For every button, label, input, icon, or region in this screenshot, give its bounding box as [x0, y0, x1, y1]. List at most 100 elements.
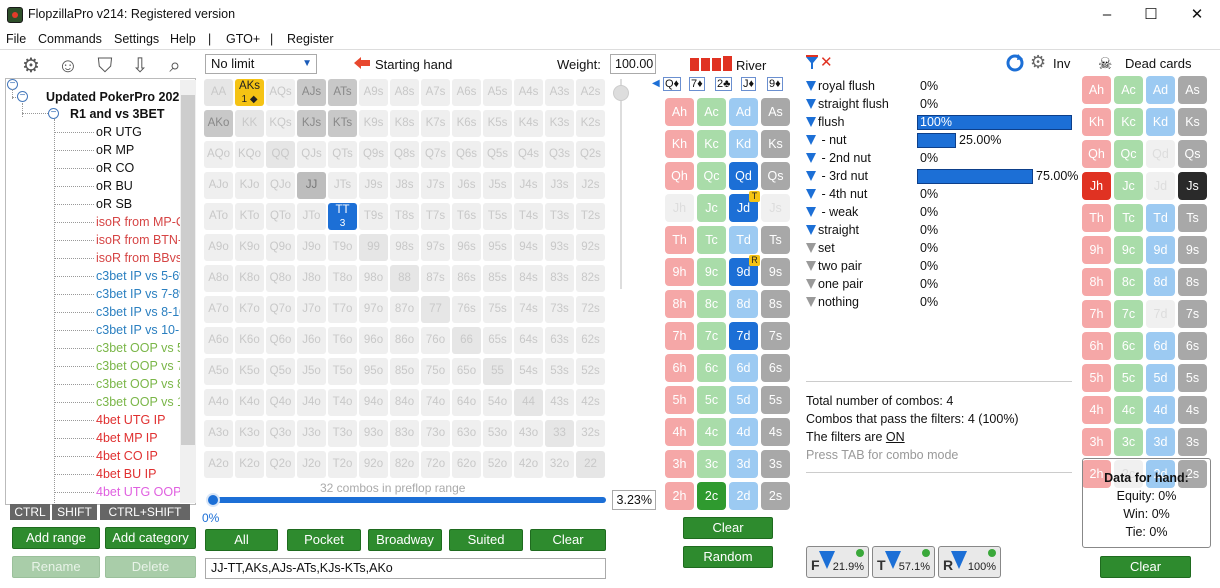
tree-item[interactable]: 4bet MP IP [96, 430, 158, 446]
river-card-3c[interactable]: 3c [697, 450, 726, 478]
dead-card-8d[interactable]: 8d [1146, 268, 1175, 296]
river-card-2h[interactable]: 2h [665, 482, 694, 510]
funnel-icon[interactable] [806, 99, 816, 109]
river-card-Tc[interactable]: Tc [697, 226, 726, 254]
hand-cell[interactable]: T8s [390, 203, 419, 230]
board-left-arrow-icon[interactable]: ◀ [652, 78, 660, 89]
tree-item[interactable]: 4bet CO IP [96, 448, 158, 464]
dead-card-4s[interactable]: 4s [1178, 396, 1207, 424]
hand-cell[interactable]: 76s [452, 296, 481, 323]
river-card-Th[interactable]: Th [665, 226, 694, 254]
river-card-2d[interactable]: 2d [729, 482, 758, 510]
filter-row[interactable]: royal flush [806, 77, 875, 95]
dead-card-9c[interactable]: 9c [1114, 236, 1143, 264]
dead-card-As[interactable]: As [1178, 76, 1207, 104]
dead-card-6h[interactable]: 6h [1082, 332, 1111, 360]
tree-item[interactable]: c3bet IP vs 7-8% [96, 286, 190, 302]
dead-card-6d[interactable]: 6d [1146, 332, 1175, 360]
hand-cell[interactable]: Q2o [266, 451, 295, 478]
river-card-Qc[interactable]: Qc [697, 162, 726, 190]
hand-cell[interactable]: T7s [421, 203, 450, 230]
dead-card-Th[interactable]: Th [1082, 204, 1111, 232]
hand-cell[interactable]: 42o [514, 451, 543, 478]
dead-card-Kd[interactable]: Kd [1146, 108, 1175, 136]
river-card-3d[interactable]: 3d [729, 450, 758, 478]
hand-cell[interactable]: 95s [483, 234, 512, 261]
hand-cell[interactable]: A9s [359, 79, 388, 106]
hand-cell[interactable]: 98s [390, 234, 419, 261]
dead-card-3c[interactable]: 3c [1114, 428, 1143, 456]
river-card-Ad[interactable]: Ad [729, 98, 758, 126]
hand-cell[interactable]: A3s [545, 79, 574, 106]
range-tree[interactable]: − − Updated PokerPro 2021 − R1 and vs 3B… [5, 78, 196, 505]
broadway-button[interactable]: Broadway [368, 529, 442, 551]
hand-cell[interactable]: AKs 1 ◆ [235, 79, 264, 106]
rename-button[interactable]: Rename [12, 556, 100, 578]
hand-cell[interactable]: 65s [483, 327, 512, 354]
hand-cell[interactable]: Q8o [266, 265, 295, 292]
hand-cell[interactable]: 95o [359, 358, 388, 385]
hand-cell[interactable]: QJs [297, 141, 326, 168]
hand-cell[interactable]: A2o [204, 451, 233, 478]
hand-cell[interactable]: K3o [235, 420, 264, 447]
hand-cell[interactable]: T8o [328, 265, 357, 292]
river-card-Ac[interactable]: Ac [697, 98, 726, 126]
funnel-icon[interactable] [806, 117, 816, 127]
filter-row[interactable]: - nut [806, 131, 847, 149]
hand-cell[interactable]: T7o [328, 296, 357, 323]
dead-card-Jc[interactable]: Jc [1114, 172, 1143, 200]
dead-card-4h[interactable]: 4h [1082, 396, 1111, 424]
hand-cell[interactable]: AA [204, 79, 233, 106]
dead-card-Kh[interactable]: Kh [1082, 108, 1111, 136]
river-card-8h[interactable]: 8h [665, 290, 694, 318]
hand-cell[interactable]: A7s [421, 79, 450, 106]
river-card-Ts[interactable]: Ts [761, 226, 790, 254]
hand-cell[interactable]: A4s [514, 79, 543, 106]
hand-cell[interactable]: AKo [204, 110, 233, 137]
hand-cell[interactable]: 92o [359, 451, 388, 478]
hand-cell[interactable]: KJs [297, 110, 326, 137]
clear-filters-icon[interactable]: ✕ [820, 53, 833, 71]
hand-cell[interactable]: QJo [266, 172, 295, 199]
tree-group[interactable]: R1 and vs 3BET [70, 106, 164, 122]
hand-cell[interactable]: 99 [359, 234, 388, 261]
menu-help[interactable]: Help [170, 32, 196, 46]
river-clear-button[interactable]: Clear [683, 517, 773, 539]
dead-card-Ad[interactable]: Ad [1146, 76, 1175, 104]
hand-cell[interactable]: KQs [266, 110, 295, 137]
hand-cell[interactable]: 85o [390, 358, 419, 385]
hand-cell[interactable]: T6s [452, 203, 481, 230]
dead-card-Qh[interactable]: Qh [1082, 140, 1111, 168]
dead-card-7s[interactable]: 7s [1178, 300, 1207, 328]
dead-card-6s[interactable]: 6s [1178, 332, 1207, 360]
hand-cell[interactable]: KTs [328, 110, 357, 137]
minimize-button[interactable]: – [1084, 0, 1130, 30]
river-card-3s[interactable]: 3s [761, 450, 790, 478]
river-card-Ks[interactable]: Ks [761, 130, 790, 158]
hand-cell[interactable]: 44 [514, 389, 543, 416]
close-button[interactable]: ✕ [1174, 0, 1220, 30]
menu-file[interactable]: File [6, 32, 26, 46]
river-card-Qs[interactable]: Qs [761, 162, 790, 190]
hand-cell[interactable]: ATo [204, 203, 233, 230]
hand-cell[interactable]: QTs [328, 141, 357, 168]
hand-cell[interactable]: K2s [576, 110, 605, 137]
hand-cell[interactable]: 72o [421, 451, 450, 478]
filter-row[interactable]: set [806, 239, 835, 257]
matrix-slider[interactable] [613, 79, 629, 289]
filter-row[interactable]: - 3rd nut [806, 167, 868, 185]
hand-cell[interactable]: A6o [204, 327, 233, 354]
hand-cell[interactable]: J4o [297, 389, 326, 416]
funnel-icon[interactable] [806, 243, 816, 253]
hand-cell[interactable]: 75o [421, 358, 450, 385]
hand-cell[interactable]: A7o [204, 296, 233, 323]
river-card-7d[interactable]: 7d [729, 322, 758, 350]
hand-cell[interactable]: J5o [297, 358, 326, 385]
hand-cell[interactable]: A2s [576, 79, 605, 106]
add-category-button[interactable]: Add category [105, 527, 196, 549]
filter-row[interactable]: - 2nd nut [806, 149, 871, 167]
river-card-5c[interactable]: 5c [697, 386, 726, 414]
dead-card-Td[interactable]: Td [1146, 204, 1175, 232]
hand-cell[interactable]: J9o [297, 234, 326, 261]
hand-cell[interactable]: 84s [514, 265, 543, 292]
